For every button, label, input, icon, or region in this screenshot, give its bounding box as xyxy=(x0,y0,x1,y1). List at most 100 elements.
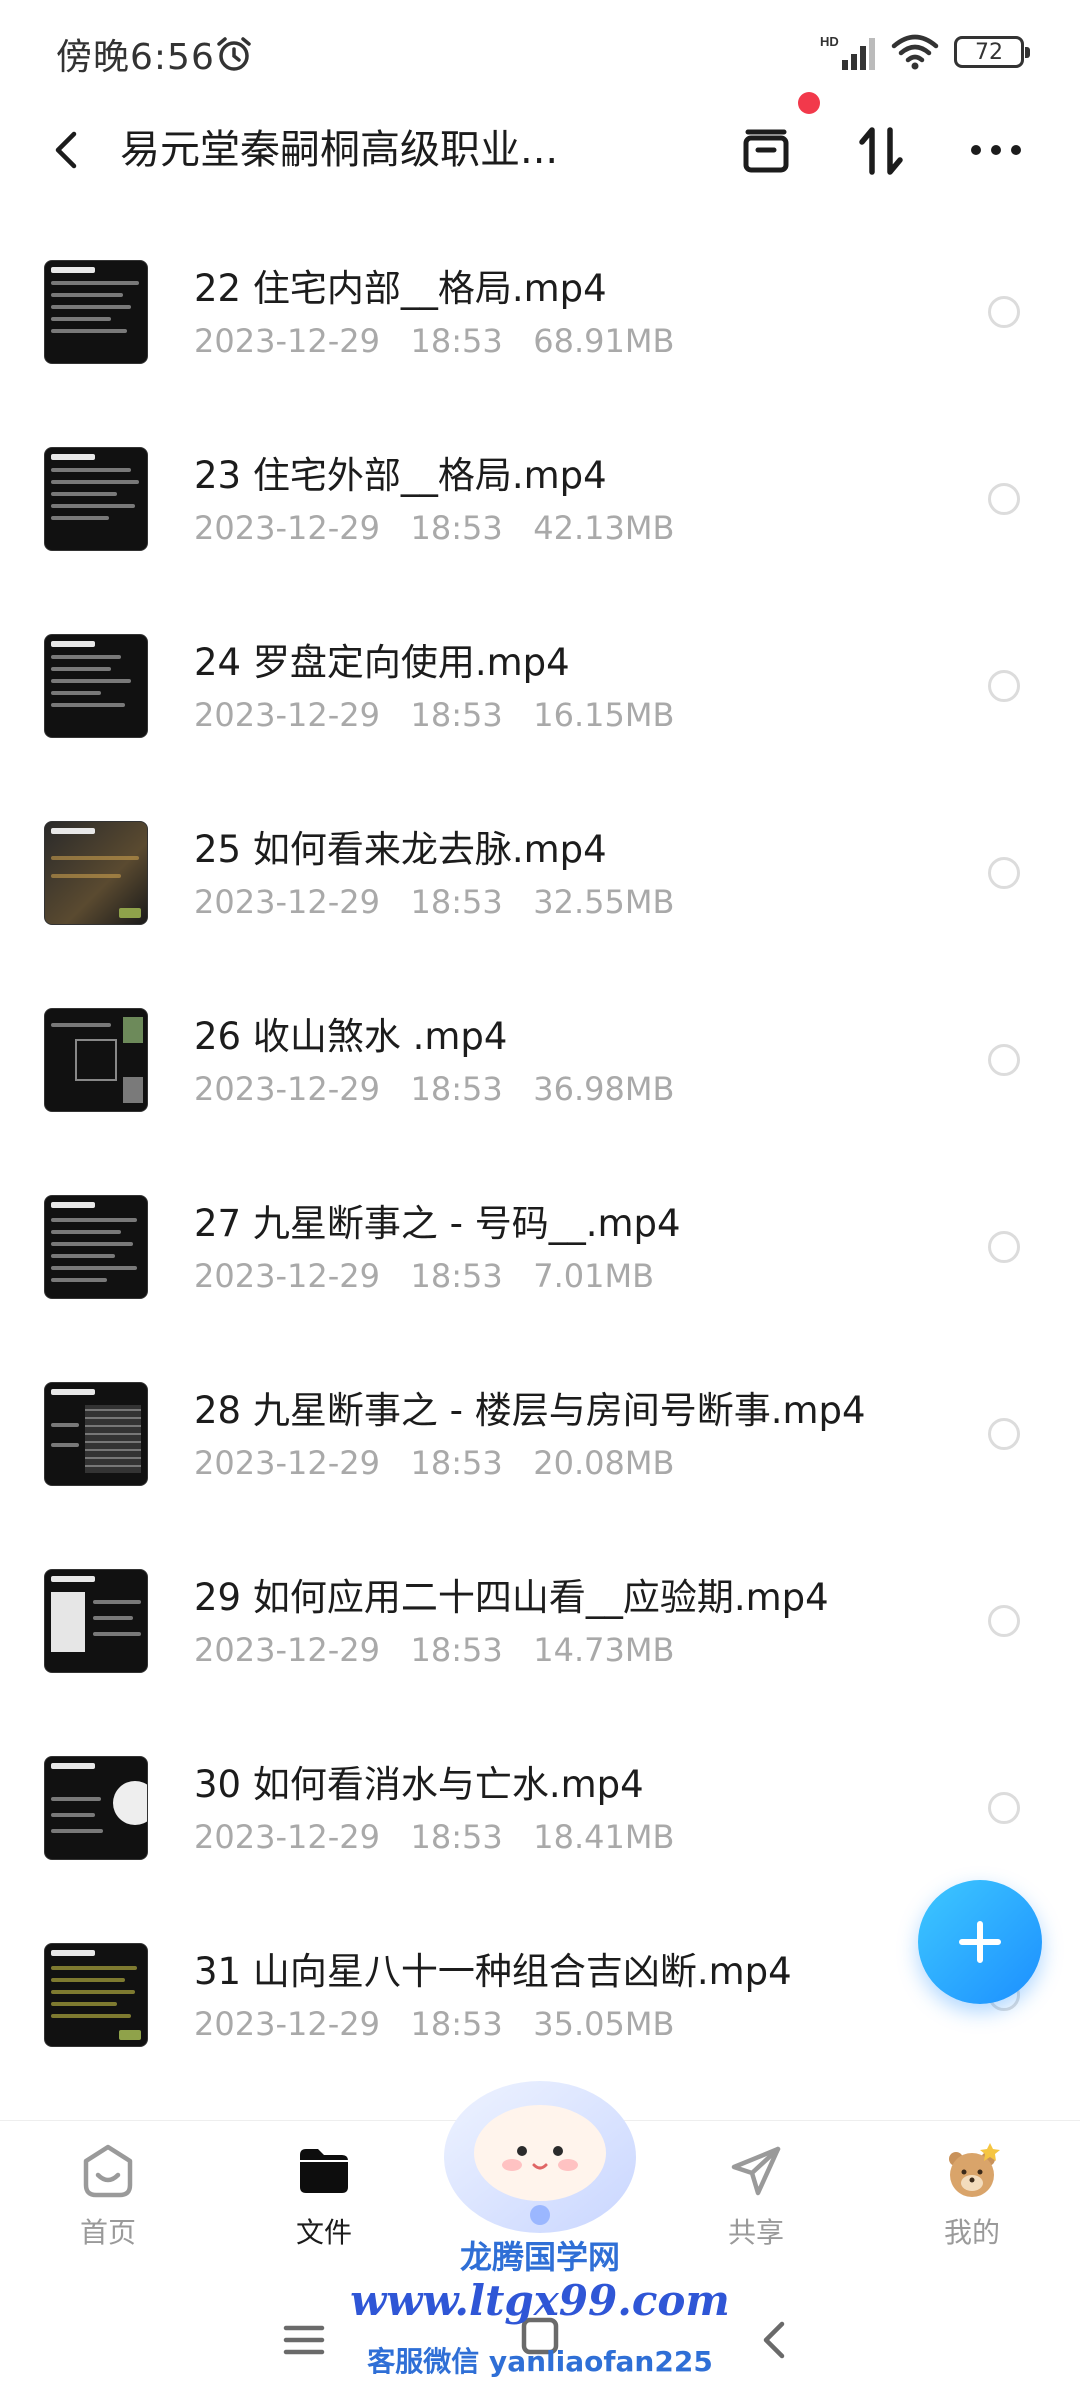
select-checkbox[interactable] xyxy=(988,857,1020,889)
video-thumbnail xyxy=(44,1756,148,1860)
file-meta: 2023-12-29 18:53 36.98MB xyxy=(194,1070,674,1108)
file-size: 14.73MB xyxy=(533,1631,675,1669)
file-name: 24 罗盘定向使用.mp4 xyxy=(194,641,570,684)
file-name: 23 住宅外部__格局.mp4 xyxy=(194,454,607,497)
page-title: 易元堂秦嗣桐高级职业... xyxy=(120,127,559,173)
file-date: 2023-12-29 xyxy=(194,1818,380,1856)
file-meta: 2023-12-29 18:53 14.73MB xyxy=(194,1631,674,1669)
notification-dot xyxy=(798,92,820,114)
file-row[interactable]: 22 住宅内部__格局.mp4 2023-12-29 18:53 68.91MB xyxy=(0,200,1080,387)
more-icon[interactable] xyxy=(966,122,1026,178)
file-meta: 2023-12-29 18:53 32.55MB xyxy=(194,883,674,921)
file-date: 2023-12-29 xyxy=(194,1631,380,1669)
file-name: 31 山向星八十一种组合吉凶断.mp4 xyxy=(194,1950,792,1993)
select-checkbox[interactable] xyxy=(988,1044,1020,1076)
file-date: 2023-12-29 xyxy=(194,322,380,360)
file-row[interactable]: 27 九星断事之 - 号码__.mp4 2023-12-29 18:53 7.0… xyxy=(0,1135,1080,1322)
file-date: 2023-12-29 xyxy=(194,1070,380,1108)
video-thumbnail xyxy=(44,1008,148,1112)
file-list: 22 住宅内部__格局.mp4 2023-12-29 18:53 68.91MB… xyxy=(0,200,1080,2070)
file-size: 20.08MB xyxy=(533,1444,675,1482)
file-time: 18:53 xyxy=(410,883,503,921)
add-button[interactable] xyxy=(918,1880,1042,2004)
file-date: 2023-12-29 xyxy=(194,1257,380,1295)
battery-icon: 72 xyxy=(954,36,1030,68)
video-thumbnail xyxy=(44,1569,148,1673)
wifi-icon xyxy=(891,34,939,70)
select-checkbox[interactable] xyxy=(988,1605,1020,1637)
file-size: 32.55MB xyxy=(533,883,675,921)
file-size: 68.91MB xyxy=(533,322,675,360)
file-size: 36.98MB xyxy=(533,1070,675,1108)
select-checkbox[interactable] xyxy=(988,296,1020,328)
select-checkbox[interactable] xyxy=(988,1231,1020,1263)
archive-icon[interactable] xyxy=(736,122,796,178)
file-name: 28 九星断事之 - 楼层与房间号断事.mp4 xyxy=(194,1389,866,1432)
file-name: 25 如何看来龙去脉.mp4 xyxy=(194,828,607,871)
file-meta: 2023-12-29 18:53 18.41MB xyxy=(194,1818,674,1856)
file-time: 18:53 xyxy=(410,322,503,360)
file-name: 30 如何看消水与亡水.mp4 xyxy=(194,1763,644,1806)
file-name: 29 如何应用二十四山看__应验期.mp4 xyxy=(194,1576,829,1619)
send-icon xyxy=(731,2146,781,2196)
file-row[interactable]: 28 九星断事之 - 楼层与房间号断事.mp4 2023-12-29 18:53… xyxy=(0,1322,1080,1509)
video-thumbnail xyxy=(44,260,148,364)
file-size: 42.13MB xyxy=(533,509,675,547)
select-checkbox[interactable] xyxy=(988,1792,1020,1824)
select-checkbox[interactable] xyxy=(988,483,1020,515)
video-thumbnail xyxy=(44,821,148,925)
video-thumbnail xyxy=(44,447,148,551)
file-date: 2023-12-29 xyxy=(194,1444,380,1482)
watermark-url: www.ltgx99.com xyxy=(350,2276,730,2325)
status-time: 傍晚6:56 xyxy=(56,37,215,78)
file-meta: 2023-12-29 18:53 7.01MB xyxy=(194,1257,654,1295)
file-date: 2023-12-29 xyxy=(194,696,380,734)
file-size: 18.41MB xyxy=(533,1818,675,1856)
signal-icon: HD xyxy=(820,34,875,70)
status-icons: HD 72 xyxy=(820,30,1030,74)
status-bar: 傍晚6:56 HD 72 xyxy=(0,0,1080,100)
file-time: 18:53 xyxy=(410,1818,503,1856)
file-time: 18:53 xyxy=(410,509,503,547)
file-row[interactable]: 24 罗盘定向使用.mp4 2023-12-29 18:53 16.15MB xyxy=(0,574,1080,761)
plus-icon xyxy=(959,1921,1001,1963)
file-row[interactable]: 23 住宅外部__格局.mp4 2023-12-29 18:53 42.13MB xyxy=(0,387,1080,574)
sort-icon[interactable] xyxy=(852,122,912,178)
avatar-icon xyxy=(949,2143,1000,2197)
video-thumbnail xyxy=(44,1195,148,1299)
video-thumbnail xyxy=(44,1943,148,2047)
file-row[interactable]: 30 如何看消水与亡水.mp4 2023-12-29 18:53 18.41MB xyxy=(0,1696,1080,1883)
watermark-title: 龙腾国学网 xyxy=(459,2238,620,2276)
file-meta: 2023-12-29 18:53 20.08MB xyxy=(194,1444,674,1482)
file-time: 18:53 xyxy=(410,1631,503,1669)
select-checkbox[interactable] xyxy=(988,1418,1020,1450)
video-thumbnail xyxy=(44,634,148,738)
title-bar: 易元堂秦嗣桐高级职业... xyxy=(0,100,1080,200)
file-time: 18:53 xyxy=(410,2005,503,2043)
file-meta: 2023-12-29 18:53 35.05MB xyxy=(194,2005,674,2043)
network-type-label: HD xyxy=(820,34,839,49)
file-date: 2023-12-29 xyxy=(194,509,380,547)
file-row[interactable]: 31 山向星八十一种组合吉凶断.mp4 2023-12-29 18:53 35.… xyxy=(0,1883,1080,2070)
file-row[interactable]: 26 收山煞水 .mp4 2023-12-29 18:53 36.98MB xyxy=(0,948,1080,1135)
file-name: 26 收山煞水 .mp4 xyxy=(194,1015,508,1058)
file-time: 18:53 xyxy=(410,1257,503,1295)
file-size: 35.05MB xyxy=(533,2005,675,2043)
battery-level: 72 xyxy=(975,39,1003,65)
select-checkbox[interactable] xyxy=(988,670,1020,702)
file-time: 18:53 xyxy=(410,1070,503,1108)
file-row[interactable]: 29 如何应用二十四山看__应验期.mp4 2023-12-29 18:53 1… xyxy=(0,1509,1080,1696)
file-meta: 2023-12-29 18:53 68.91MB xyxy=(194,322,674,360)
mascot-icon xyxy=(444,2081,636,2233)
alarm-clock-icon xyxy=(217,37,251,71)
file-date: 2023-12-29 xyxy=(194,2005,380,2043)
video-thumbnail xyxy=(44,1382,148,1486)
file-meta: 2023-12-29 18:53 42.13MB xyxy=(194,509,674,547)
file-size: 7.01MB xyxy=(533,1257,655,1295)
back-icon[interactable] xyxy=(40,122,96,178)
file-row[interactable]: 25 如何看来龙去脉.mp4 2023-12-29 18:53 32.55MB xyxy=(0,761,1080,948)
file-size: 16.15MB xyxy=(533,696,675,734)
file-time: 18:53 xyxy=(410,696,503,734)
file-name: 27 九星断事之 - 号码__.mp4 xyxy=(194,1202,681,1245)
file-time: 18:53 xyxy=(410,1444,503,1482)
